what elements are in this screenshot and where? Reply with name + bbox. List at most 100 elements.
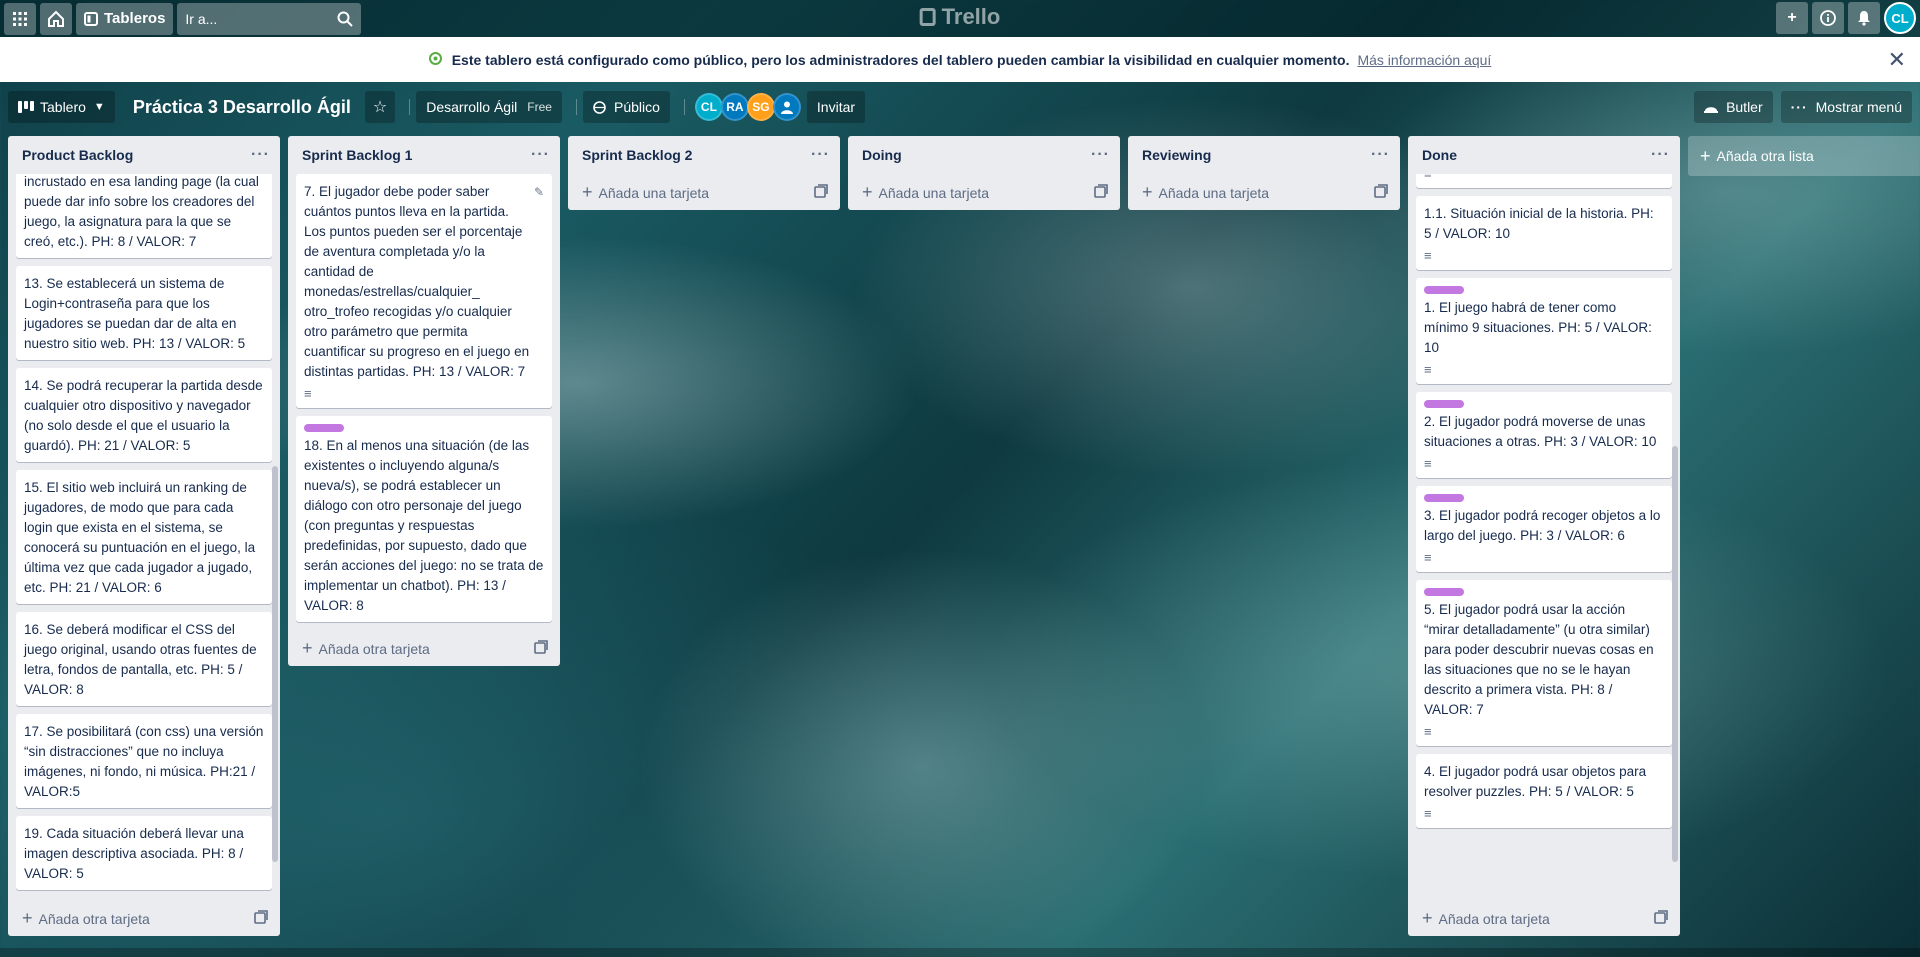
avatar[interactable]: SG xyxy=(746,93,775,121)
card[interactable]: 1. El juego habrá de tener como mínimo 9… xyxy=(1416,278,1672,384)
invite-button[interactable]: Invitar xyxy=(806,91,866,123)
list-title[interactable]: Doing xyxy=(862,147,902,163)
list-header[interactable]: Done ··· xyxy=(1408,136,1680,174)
board-title[interactable]: Práctica 3 Desarrollo Ágil xyxy=(123,97,361,118)
list-title[interactable]: Product Backlog xyxy=(22,147,133,163)
template-icon[interactable] xyxy=(1654,909,1668,927)
card[interactable]: 18. En al menos una situación (de las ex… xyxy=(296,416,552,622)
list-menu-icon[interactable]: ··· xyxy=(251,146,270,164)
card[interactable]: 13. Se establecerá un sistema de Login+c… xyxy=(16,266,272,360)
add-list-button[interactable]: + Añada otra lista xyxy=(1688,136,1920,176)
list-menu-icon[interactable]: ··· xyxy=(1371,146,1390,164)
pencil-edit-icon[interactable]: ✎ xyxy=(534,182,544,202)
card-label-purple[interactable] xyxy=(1424,494,1464,502)
search-input[interactable]: Ir a... xyxy=(177,2,362,35)
card[interactable]: 15. El sitio web incluirá un ranking de … xyxy=(16,470,272,604)
add-card-button[interactable]: + Añada otra tarjeta xyxy=(8,900,280,936)
boards-button[interactable]: Tableros xyxy=(76,2,174,35)
card[interactable]: 3. El jugador podrá recoger objetos a lo… xyxy=(1416,486,1672,572)
plus-icon: + xyxy=(302,637,313,658)
add-card-button[interactable]: + Añada otra tarjeta xyxy=(1408,900,1680,936)
template-icon[interactable] xyxy=(534,639,548,657)
card-list[interactable]: ✎ 7. El jugador debe poder saber cuántos… xyxy=(288,174,560,630)
card[interactable]: 2. El jugador podrá moverse de unas situ… xyxy=(1416,392,1672,478)
banner-more-info-link[interactable]: Más información aquí xyxy=(1357,52,1491,68)
list-header[interactable]: Sprint Backlog 1 ··· xyxy=(288,136,560,174)
list-menu-icon[interactable]: ··· xyxy=(811,146,830,164)
apps-grid-icon[interactable] xyxy=(4,2,36,35)
add-card-button[interactable]: + Añada otra tarjeta xyxy=(288,630,560,666)
card[interactable]: 19. Cada situación deberá llevar una ima… xyxy=(16,816,272,890)
list-header[interactable]: Sprint Backlog 2 ··· xyxy=(568,136,840,174)
card-partial[interactable]: ≡ xyxy=(1416,174,1672,188)
list-product-backlog: Product Backlog ··· incrustado en esa la… xyxy=(8,136,280,936)
template-icon[interactable] xyxy=(254,909,268,927)
add-card-label: Añada una tarjeta xyxy=(878,184,990,201)
home-icon[interactable] xyxy=(40,2,72,35)
card[interactable]: 14. Se podrá recuperar la partida desde … xyxy=(16,368,272,462)
workspace-button[interactable]: Desarrollo Ágil Free xyxy=(416,91,562,123)
card-list[interactable]: ≡ 1.1. Situación inicial de la historia.… xyxy=(1408,174,1680,900)
list-title[interactable]: Done xyxy=(1422,147,1457,163)
card[interactable]: 1.1. Situación inicial de la historia. P… xyxy=(1416,196,1672,270)
plus-icon: + xyxy=(1142,181,1153,202)
info-icon[interactable] xyxy=(1812,2,1844,34)
card-list[interactable]: incrustado en esa landing page (la cual … xyxy=(8,174,280,900)
card-label-purple[interactable] xyxy=(1424,286,1464,294)
card-title: 1. El juego habrá de tener como mínimo 9… xyxy=(1424,300,1652,355)
template-icon[interactable] xyxy=(1374,183,1388,201)
notifications-bell-icon[interactable] xyxy=(1848,2,1880,34)
workspace-name: Desarrollo Ágil xyxy=(426,99,518,115)
list-scrollbar[interactable] xyxy=(1672,446,1678,862)
search-placeholder: Ir a... xyxy=(185,10,218,27)
card-title: 19. Cada situación deberá llevar una ima… xyxy=(24,826,244,881)
close-icon[interactable]: ✕ xyxy=(1888,47,1906,73)
card-label-purple[interactable] xyxy=(304,424,344,432)
card-label-purple[interactable] xyxy=(1424,588,1464,596)
board-members: CL RA SG xyxy=(694,93,801,121)
template-icon[interactable] xyxy=(814,183,828,201)
list-header[interactable]: Product Backlog ··· xyxy=(8,136,280,174)
list-menu-icon[interactable]: ··· xyxy=(1651,146,1670,164)
list-menu-icon[interactable]: ··· xyxy=(1091,146,1110,164)
create-plus-icon[interactable]: + xyxy=(1776,2,1808,34)
card[interactable]: incrustado en esa landing page (la cual … xyxy=(16,174,272,258)
trello-logo[interactable]: Trello xyxy=(919,4,1000,30)
card-title: 16. Se deberá modificar el CSS del juego… xyxy=(24,622,257,697)
avatar-default-user-icon[interactable] xyxy=(772,93,801,121)
globe-icon xyxy=(428,51,442,68)
plus-icon: + xyxy=(22,907,33,928)
show-menu-button[interactable]: ··· Mostrar menú xyxy=(1780,91,1912,123)
card-label-purple[interactable] xyxy=(1424,400,1464,408)
list-title[interactable]: Sprint Backlog 2 xyxy=(582,147,692,163)
list-title[interactable]: Sprint Backlog 1 xyxy=(302,147,412,163)
board-horizontal-scrollbar[interactable] xyxy=(0,948,1920,957)
list-menu-icon[interactable]: ··· xyxy=(531,146,550,164)
list-header[interactable]: Doing ··· xyxy=(848,136,1120,174)
list-title[interactable]: Reviewing xyxy=(1142,147,1211,163)
more-horizontal-icon: ··· xyxy=(1790,99,1808,115)
card[interactable]: 16. Se deberá modificar el CSS del juego… xyxy=(16,612,272,706)
avatar[interactable]: RA xyxy=(720,93,749,121)
list-sprint-backlog-2: Sprint Backlog 2 ··· + Añada una tarjeta xyxy=(568,136,840,210)
template-icon[interactable] xyxy=(1094,183,1108,201)
star-button[interactable]: ☆ xyxy=(364,91,396,123)
add-card-button[interactable]: + Añada una tarjeta xyxy=(1128,174,1400,210)
user-avatar[interactable]: CL xyxy=(1884,2,1916,34)
add-card-button[interactable]: + Añada una tarjeta xyxy=(568,174,840,210)
visibility-button[interactable]: Público xyxy=(582,91,670,123)
add-card-button[interactable]: + Añada una tarjeta xyxy=(848,174,1120,210)
card-title: 18. En al menos una situación (de las ex… xyxy=(304,438,544,613)
list-header[interactable]: Reviewing ··· xyxy=(1128,136,1400,174)
card[interactable]: 4. El jugador podrá usar objetos para re… xyxy=(1416,754,1672,828)
card[interactable]: ✎ 7. El jugador debe poder saber cuántos… xyxy=(296,174,552,408)
avatar[interactable]: CL xyxy=(694,93,723,121)
list-scrollbar[interactable] xyxy=(272,466,278,862)
search-icon xyxy=(337,11,354,27)
board-view-switcher[interactable]: Tablero ▼ xyxy=(8,91,115,123)
butler-button[interactable]: Butler xyxy=(1694,91,1773,123)
add-card-label: Añada otra tarjeta xyxy=(1438,910,1550,927)
card[interactable]: 5. El jugador podrá usar la acción “mira… xyxy=(1416,580,1672,746)
card[interactable]: 17. Se posibilitará (con css) una versió… xyxy=(16,714,272,808)
divider xyxy=(683,99,685,115)
